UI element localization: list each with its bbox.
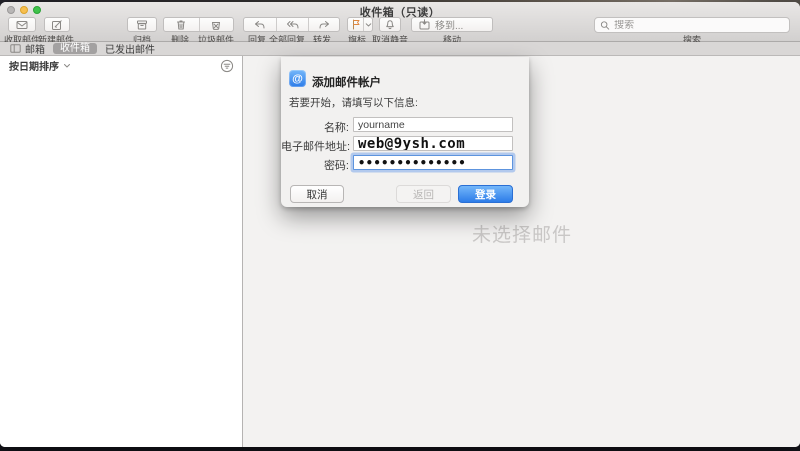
no-message-selected-text: 未选择邮件 — [244, 220, 800, 247]
delete-junk-group — [163, 17, 234, 32]
message-list-pane: 按日期排序 — [0, 56, 243, 447]
reply-arrow-icon — [254, 20, 266, 30]
flag-dropdown-button[interactable] — [363, 18, 372, 31]
favorites-item-sent[interactable]: 已发出邮件 — [105, 41, 155, 56]
junk-bin-icon — [210, 19, 222, 31]
move-to-button[interactable]: 移到... — [411, 17, 493, 32]
search-icon — [600, 20, 610, 31]
filter-button[interactable] — [220, 59, 234, 73]
dialog-subtitle: 若要开始，请填写以下信息: — [289, 95, 418, 110]
junk-button[interactable] — [199, 18, 234, 31]
reply-all-button[interactable] — [276, 18, 308, 31]
flag-button[interactable] — [348, 18, 363, 31]
email-row: 电子邮件地址: — [281, 136, 529, 151]
mail-window: 收件箱（只读） 收取邮件 新建邮件 归档 删 — [0, 2, 800, 447]
password-row: 密码: — [281, 155, 529, 170]
name-row: 名称: — [281, 117, 529, 132]
dialog-title: 添加邮件帐户 — [312, 74, 381, 90]
reply-group — [243, 17, 340, 32]
sidebar-panel-icon — [10, 44, 21, 53]
close-button[interactable] — [7, 6, 15, 14]
password-field-label: 密码: — [281, 157, 349, 173]
email-field-label: 电子邮件地址: — [281, 138, 349, 154]
name-field[interactable] — [353, 117, 513, 132]
chevron-down-icon — [63, 63, 71, 69]
archive-box-icon — [136, 19, 148, 31]
filter-icon — [220, 59, 234, 73]
reply-all-arrow-icon — [286, 20, 299, 30]
search-field-container — [594, 17, 790, 33]
name-field-label: 名称: — [281, 119, 349, 135]
move-to-button-text: 移到... — [435, 17, 463, 32]
envelope-icon — [16, 20, 28, 30]
bell-icon — [384, 19, 396, 31]
favorites-item-mailboxes[interactable]: 邮箱 — [10, 41, 45, 56]
login-button[interactable]: 登录 — [458, 185, 513, 203]
minimize-button[interactable] — [20, 6, 28, 14]
sort-by-date-button[interactable]: 按日期排序 — [0, 56, 242, 75]
zoom-button[interactable] — [33, 6, 41, 14]
delete-button[interactable] — [164, 18, 199, 31]
password-field[interactable] — [353, 155, 513, 170]
move-tray-icon — [419, 19, 430, 30]
traffic-lights — [7, 6, 41, 14]
favorites-bar: 邮箱 收件箱 已发出邮件 — [0, 42, 800, 56]
favorites-item-inbox-selected[interactable]: 收件箱 — [53, 43, 97, 54]
reply-button[interactable] — [244, 18, 276, 31]
favorites-item-label: 邮箱 — [25, 41, 45, 56]
get-mail-button[interactable] — [8, 17, 36, 32]
compose-button[interactable] — [44, 17, 70, 32]
flag-icon — [351, 19, 361, 30]
chevron-down-icon — [365, 22, 372, 28]
flag-button-group — [347, 17, 373, 32]
toolbar: 收件箱（只读） 收取邮件 新建邮件 归档 删 — [0, 2, 800, 42]
trash-icon — [175, 19, 187, 31]
back-button: 返回 — [396, 185, 451, 203]
forward-button[interactable] — [308, 18, 339, 31]
at-badge-icon: @ — [289, 70, 306, 87]
compose-icon — [51, 19, 63, 31]
email-field[interactable] — [353, 136, 513, 151]
add-mail-account-dialog: @ 添加邮件帐户 若要开始，请填写以下信息: 名称: 电子邮件地址: 密码: 取… — [281, 57, 529, 207]
search-input[interactable] — [614, 20, 784, 31]
forward-arrow-icon — [318, 20, 330, 30]
cancel-button[interactable]: 取消 — [290, 185, 344, 203]
archive-button[interactable] — [127, 17, 157, 32]
sort-label: 按日期排序 — [9, 58, 59, 73]
mute-button[interactable] — [379, 17, 401, 32]
